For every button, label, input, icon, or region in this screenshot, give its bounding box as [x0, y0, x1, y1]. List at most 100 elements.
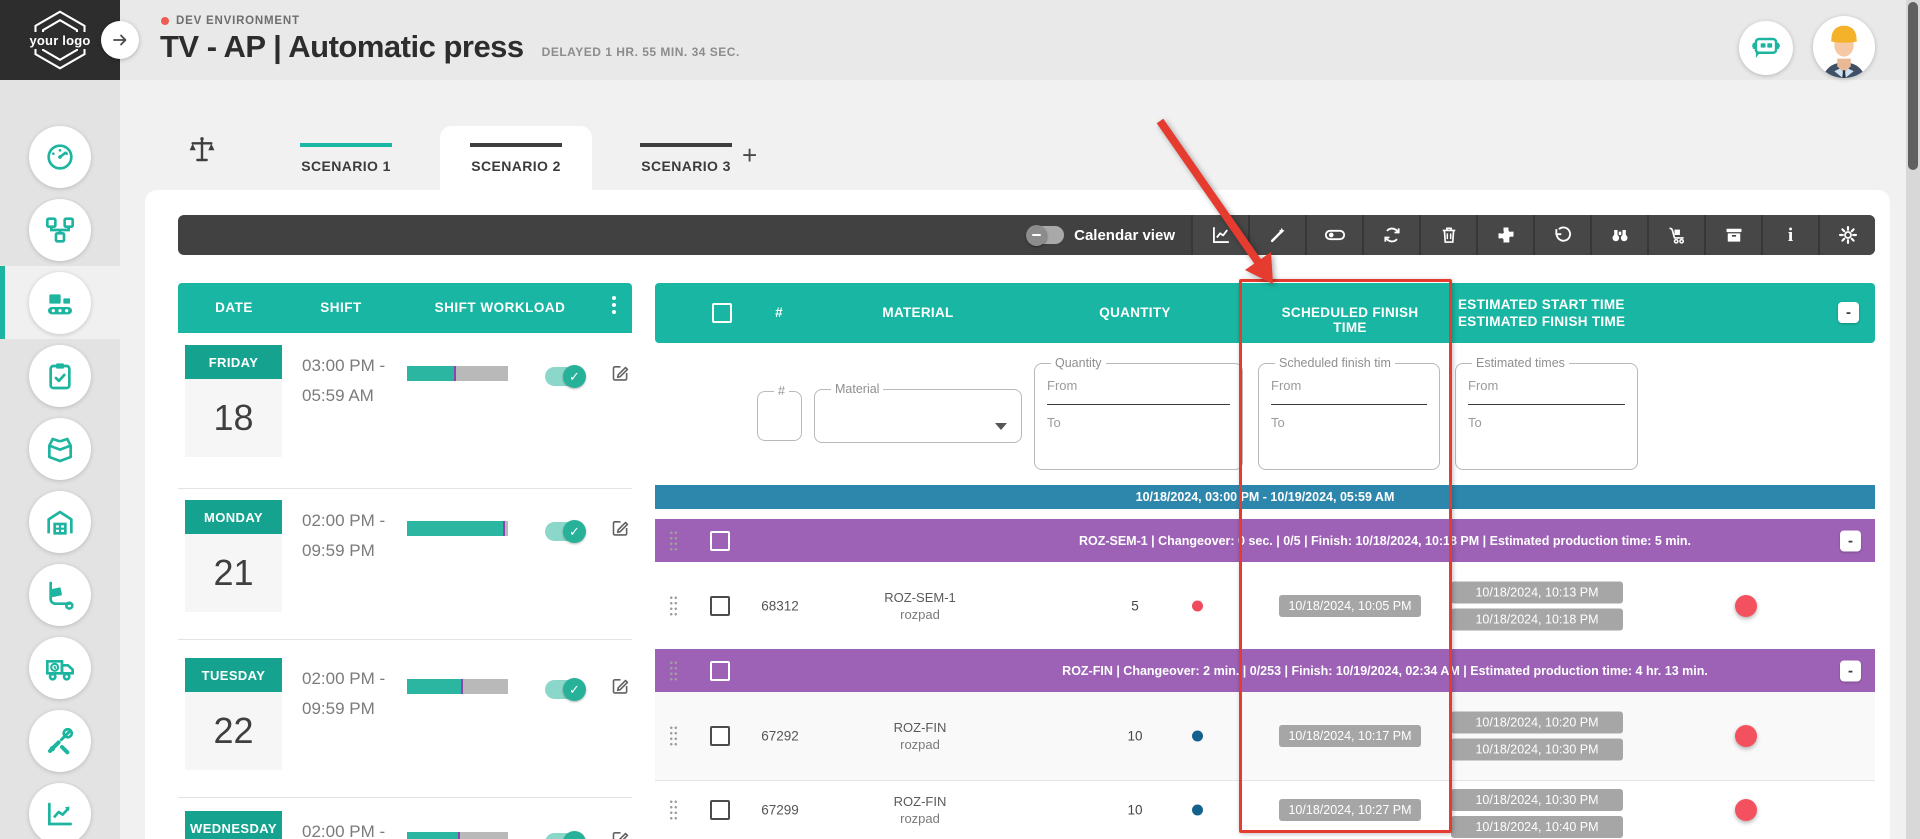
estimated-from-input[interactable]: From	[1468, 378, 1625, 393]
archive-button[interactable]	[1704, 215, 1761, 255]
drag-handle[interactable]	[669, 799, 678, 821]
tab-indicator	[470, 142, 562, 147]
sidebar-item-warehouse[interactable]	[0, 485, 120, 558]
trash-icon	[1442, 227, 1455, 243]
sidebar-item-materials[interactable]	[0, 412, 120, 485]
sidebar-item-handling[interactable]	[0, 558, 120, 631]
info-button[interactable]: i	[1761, 215, 1818, 255]
group-checkbox[interactable]	[710, 660, 730, 681]
day-card: FRIDAY 18	[185, 345, 282, 457]
shift-enabled-toggle[interactable]: ✓	[545, 365, 586, 388]
priority-dot	[1192, 730, 1203, 742]
trolley-button[interactable]	[1647, 215, 1704, 255]
edit-shift-button[interactable]	[610, 828, 631, 839]
estimated-start-chip: 10/18/2024, 10:30 PM	[1451, 789, 1623, 811]
shift-enabled-toggle[interactable]: ✓	[545, 520, 586, 543]
scrollbar-thumb[interactable]	[1908, 2, 1918, 170]
col-shift: SHIFT	[320, 300, 362, 315]
calendar-view-label: Calendar view	[1074, 226, 1175, 244]
sidebar-item-shipping[interactable]	[0, 631, 120, 704]
shift-enabled-toggle[interactable]: ✓	[545, 831, 586, 839]
title-row: TV - AP | Automatic press DELAYED 1 HR. …	[160, 29, 740, 64]
day-card: MONDAY 21	[185, 500, 282, 612]
scheduled-from-input[interactable]: From	[1271, 378, 1427, 393]
hash-filter[interactable]: #	[757, 384, 802, 441]
drag-handle[interactable]	[669, 594, 678, 617]
quantity-filter[interactable]: Quantity From To	[1034, 356, 1243, 470]
sidebar-item-production[interactable]	[0, 266, 120, 339]
col-estimated-times: ESTIMATED START TIME ESTIMATED FINISH TI…	[1458, 297, 1626, 329]
shift-panel: DATE SHIFT SHIFT WORKLOAD FRIDAY 18 03:0…	[178, 283, 632, 839]
delete-button[interactable]	[1419, 215, 1476, 255]
wand-button[interactable]	[1248, 215, 1305, 255]
edit-pencil-icon	[612, 521, 629, 536]
sidebar-item-analytics[interactable]	[0, 777, 120, 839]
select-all-checkbox[interactable]	[712, 303, 732, 323]
page-scrollbar[interactable]	[1906, 0, 1920, 839]
collapse-group-button[interactable]: -	[1840, 660, 1861, 681]
row-checkbox[interactable]	[710, 726, 730, 746]
material-filter-select[interactable]: Material	[814, 382, 1022, 443]
tab-scenario-3[interactable]: SCENARIO 3	[610, 126, 762, 190]
group-checkbox[interactable]	[710, 530, 730, 551]
compare-scenarios-button[interactable]	[186, 134, 218, 166]
binoculars-icon	[1612, 230, 1627, 242]
estimated-times-filter[interactable]: Estimated times From To	[1455, 356, 1638, 470]
job-row-68312[interactable]: 68312 ROZ-SEM-1 rozpad 5 10/18/2024, 10:…	[655, 562, 1875, 649]
job-material: ROZ-SEM-1 rozpad	[884, 589, 956, 622]
edit-shift-button[interactable]	[610, 517, 631, 538]
clipboard-check-icon	[49, 362, 71, 389]
calendar-view-toggle[interactable]	[1026, 224, 1065, 246]
sidebar-item-tasks[interactable]	[0, 339, 120, 412]
sidebar-collapse-button[interactable]	[101, 21, 139, 59]
scheduled-to-input[interactable]: To	[1271, 415, 1427, 430]
shift-options-menu[interactable]	[612, 296, 616, 314]
scheduled-finish-filter[interactable]: Scheduled finish tim From To	[1258, 356, 1440, 470]
drag-handle[interactable]	[669, 659, 678, 682]
plugins-button[interactable]	[1476, 215, 1533, 255]
edit-shift-button[interactable]	[610, 675, 631, 696]
scheduled-finish-cell: 10/18/2024, 10:17 PM	[1271, 725, 1429, 747]
group-row-roz-fin[interactable]: ROZ-FIN | Changeover: 2 min. | 0/253 | F…	[655, 649, 1875, 692]
settings-button[interactable]	[1818, 215, 1875, 255]
edit-shift-button[interactable]	[610, 362, 631, 383]
shift-enabled-toggle[interactable]: ✓	[545, 678, 586, 701]
quantity-from-input[interactable]: From	[1047, 378, 1230, 393]
scenario-tabs: SCENARIO 1 SCENARIO 2 SCENARIO 3	[270, 126, 762, 190]
puzzle-icon	[1498, 227, 1513, 243]
status-indicator	[1735, 725, 1757, 747]
delivery-truck-icon	[46, 659, 74, 681]
shift-panel-header: DATE SHIFT SHIFT WORKLOAD	[178, 283, 632, 333]
col-date: DATE	[215, 300, 253, 315]
sidebar-item-workflows[interactable]	[0, 193, 120, 266]
quantity-to-input[interactable]: To	[1047, 415, 1230, 430]
row-checkbox[interactable]	[710, 800, 730, 820]
chat-bot-button[interactable]	[1739, 21, 1793, 75]
collapse-all-button[interactable]: -	[1838, 302, 1859, 323]
undo-button[interactable]	[1533, 215, 1590, 255]
estimated-start-chip: 10/18/2024, 10:20 PM	[1451, 711, 1623, 734]
trend-chart-button[interactable]	[1191, 215, 1248, 255]
tab-scenario-1[interactable]: SCENARIO 1	[270, 126, 422, 190]
tab-scenario-2[interactable]: SCENARIO 2	[440, 126, 592, 190]
sidebar-item-dashboard[interactable]	[0, 120, 120, 193]
estimated-to-input[interactable]: To	[1468, 415, 1625, 430]
toggle-check: ✓	[563, 520, 586, 543]
visibility-toggle-button[interactable]	[1305, 215, 1362, 255]
group-summary: ROZ-SEM-1 | Changeover: 0 sec. | 0/5 | F…	[1078, 533, 1692, 548]
collapse-group-button[interactable]: -	[1840, 530, 1861, 551]
user-avatar[interactable]	[1813, 16, 1875, 78]
drag-handle[interactable]	[669, 725, 678, 747]
scheduled-finish-cell: 10/18/2024, 10:05 PM	[1271, 594, 1429, 617]
env-status-dot	[161, 17, 169, 25]
search-jobs-button[interactable]	[1590, 215, 1647, 255]
tab-label: SCENARIO 1	[301, 157, 391, 174]
drag-handle[interactable]	[669, 529, 678, 552]
refresh-button[interactable]	[1362, 215, 1419, 255]
job-row-67299[interactable]: 67299 ROZ-FIN rozpad 10 10/18/2024, 10:2…	[655, 781, 1875, 839]
sidebar-item-maintenance[interactable]	[0, 704, 120, 777]
row-checkbox[interactable]	[710, 595, 730, 616]
job-row-67292[interactable]: 67292 ROZ-FIN rozpad 10 10/18/2024, 10:1…	[655, 692, 1875, 780]
info-icon: i	[1787, 224, 1794, 246]
group-row-roz-sem-1[interactable]: ROZ-SEM-1 | Changeover: 0 sec. | 0/5 | F…	[655, 519, 1875, 562]
